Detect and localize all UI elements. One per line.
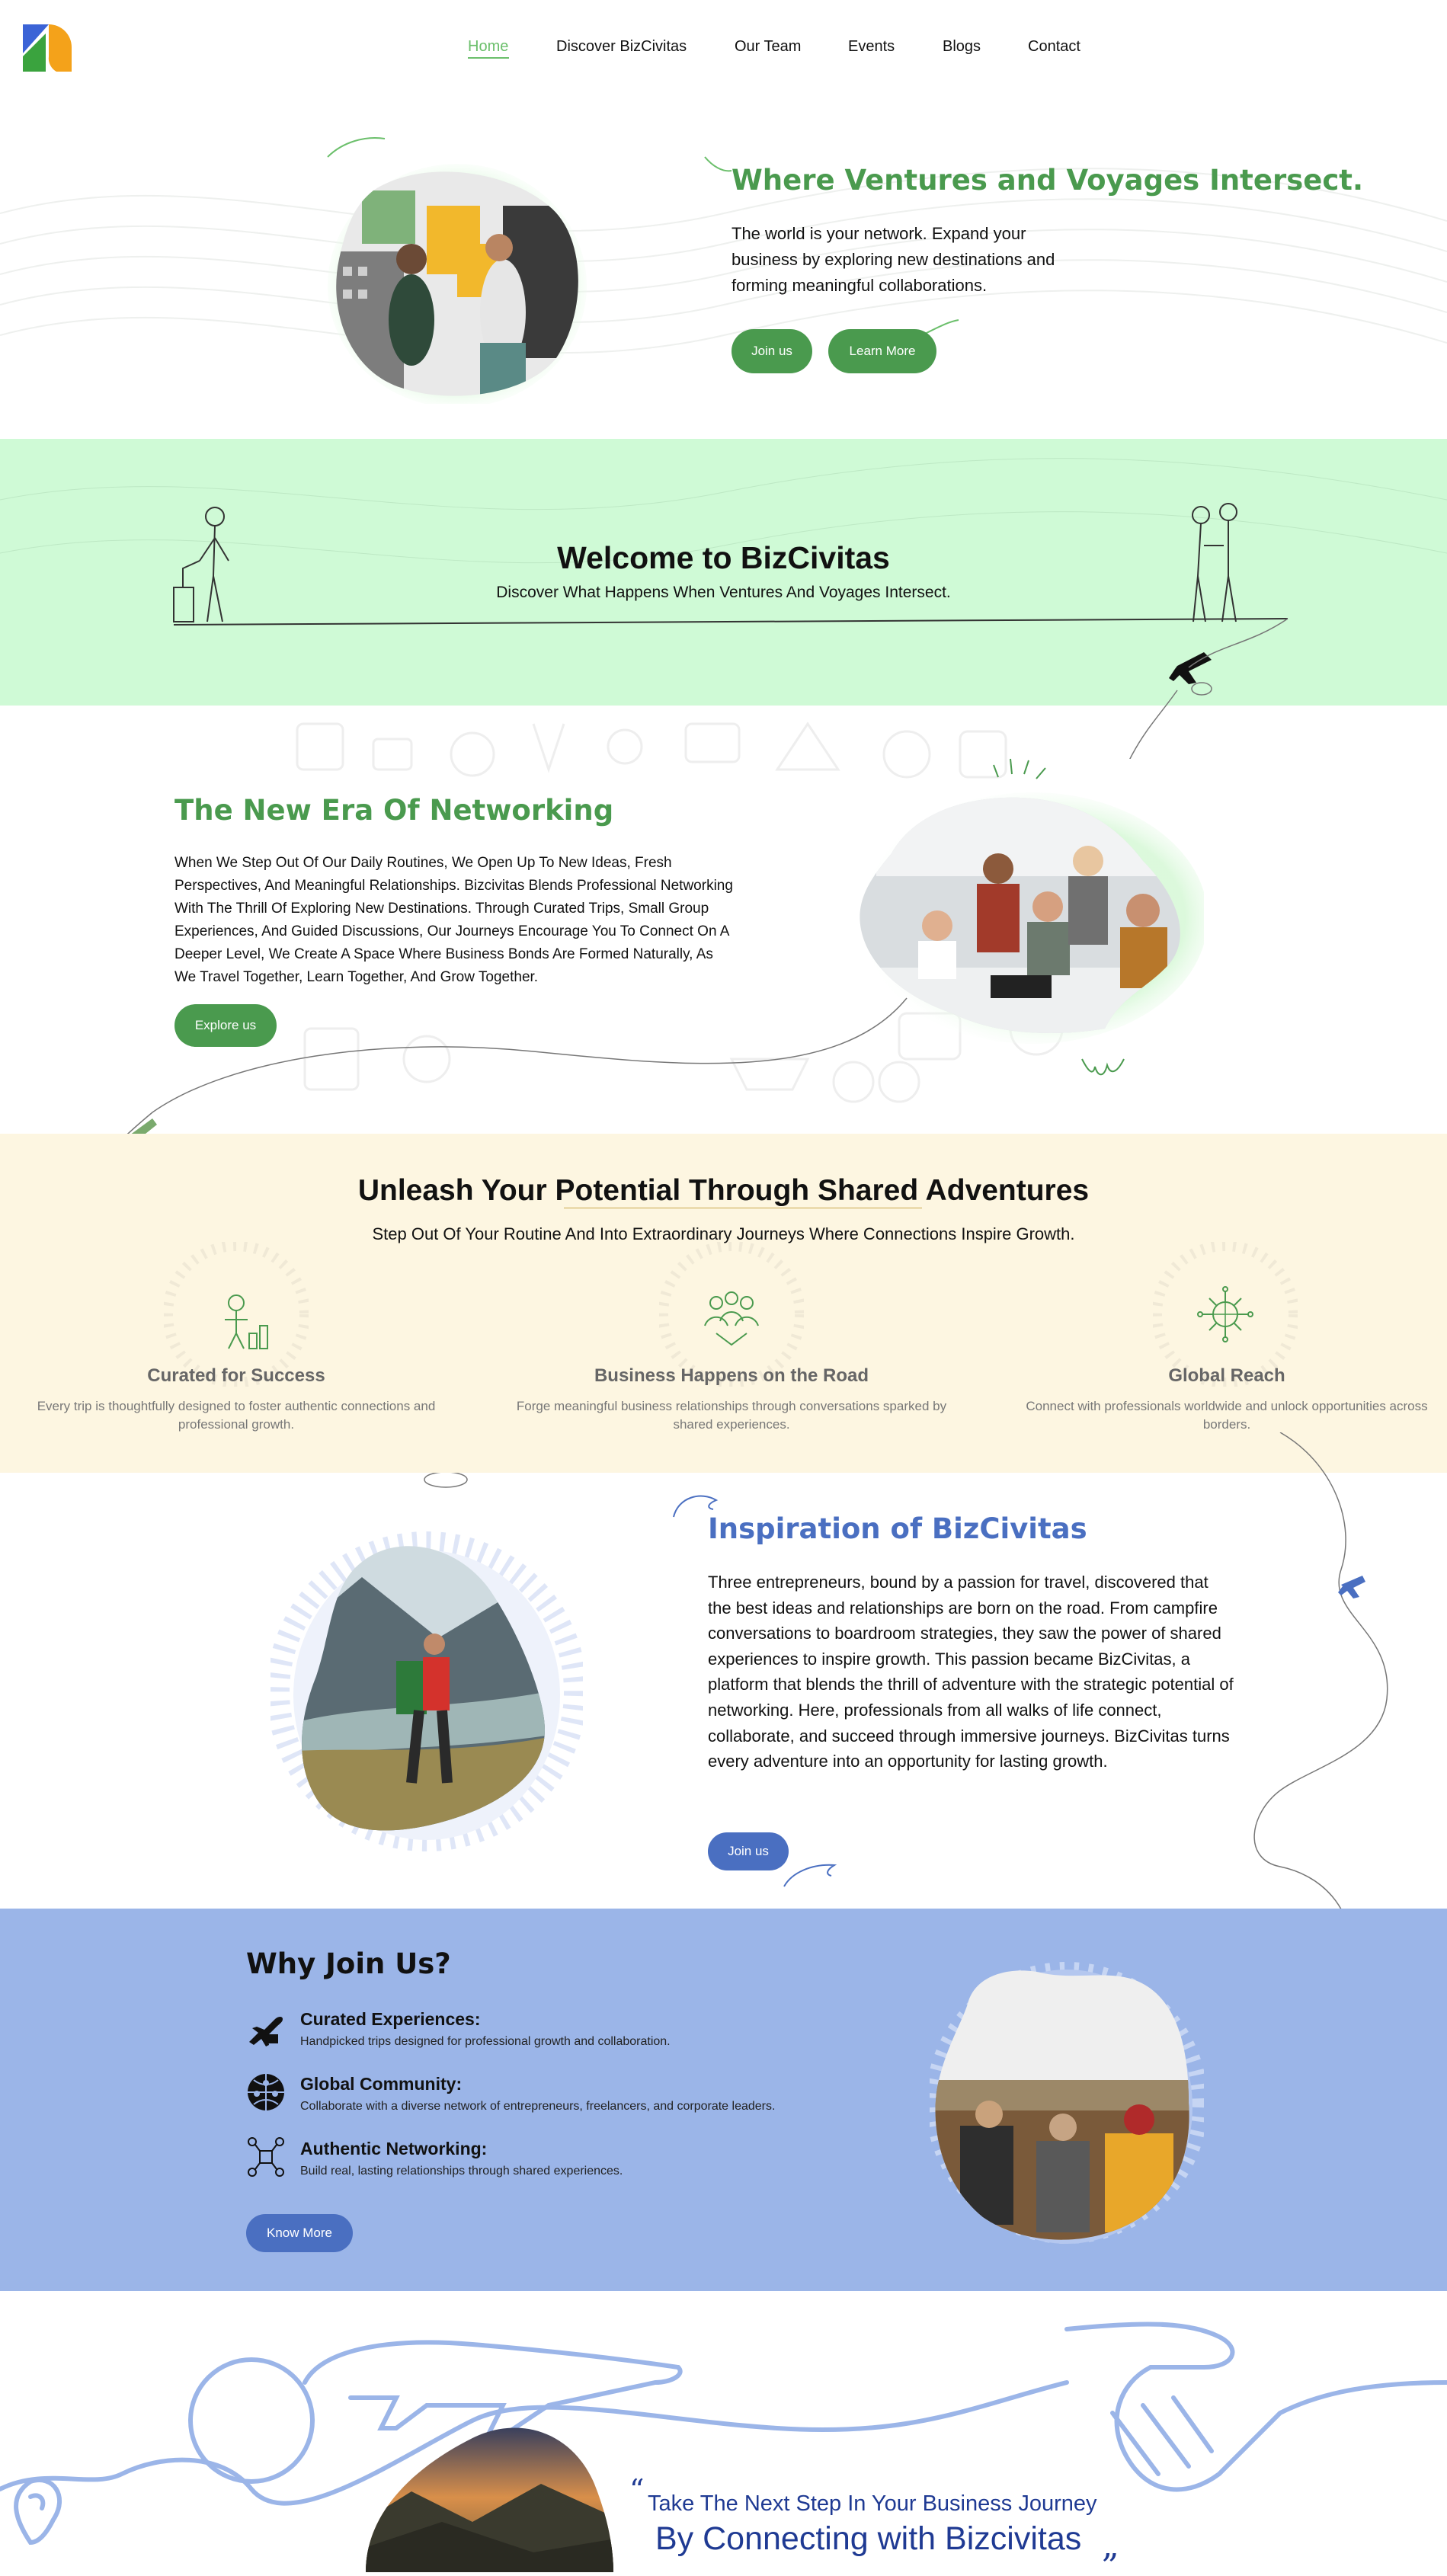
quote-open-mark: “ — [629, 2473, 645, 2507]
quote-line-1: Take The Next Step In Your Business Jour… — [648, 2491, 1097, 2516]
feature-title-curated: Curated for Success — [147, 1365, 325, 1386]
nav-active-underline — [468, 57, 509, 59]
hero-learn-more-button[interactable]: Learn More — [828, 329, 936, 373]
quote-close-mark: „ — [1102, 2526, 1119, 2565]
networking-body: When We Step Out Of Our Daily Routines, … — [174, 855, 733, 985]
why-title: Why Join Us? — [246, 1947, 451, 1980]
nav-events[interactable]: Events — [848, 38, 895, 56]
why-item-desc-global: Collaborate with a diverse network of en… — [300, 2100, 776, 2113]
network-icon — [246, 2136, 286, 2178]
airplane-icon — [246, 2011, 286, 2048]
hero-join-button[interactable]: Join us — [732, 329, 812, 373]
inspiration-title: Inspiration of BizCivitas — [708, 1512, 1087, 1545]
unleash-title: Unleash Your Potential Through Shared Ad… — [357, 1174, 1090, 1207]
feature-title-business: Business Happens on the Road — [594, 1365, 869, 1386]
join-swirl — [783, 1864, 837, 1887]
feature-desc-global: Connect with professionals worldwide and… — [1026, 1399, 1428, 1432]
hikers-group-image — [926, 1950, 1208, 2255]
logo[interactable] — [23, 23, 72, 72]
welcome-title: Welcome to BizCivitas — [557, 540, 890, 575]
inspiration-join-button[interactable]: Join us — [708, 1832, 789, 1870]
why-item-title-authentic: Authentic Networking: — [300, 2139, 488, 2158]
quote-line-2: By Connecting with Bizcivitas — [655, 2520, 1082, 2557]
hero-body: The world is your network. Expand your b… — [732, 224, 1055, 295]
hiker-image — [267, 1531, 587, 1851]
nav-blogs[interactable]: Blogs — [943, 38, 981, 56]
networking-title: The New Era Of Networking — [174, 794, 614, 827]
hero-puzzle-image — [328, 160, 587, 408]
globe-people-icon — [246, 2071, 286, 2114]
why-item-desc-curated: Handpicked trips designed for profession… — [300, 2035, 671, 2048]
why-item-desc-authentic: Build real, lasting relationships throug… — [300, 2165, 623, 2178]
nav-contact[interactable]: Contact — [1028, 38, 1080, 56]
blue-plane-icon — [1338, 1576, 1365, 1598]
nav-home[interactable]: Home — [468, 38, 508, 56]
why-item-title-global: Global Community: — [300, 2074, 463, 2094]
hero-wave-background — [0, 137, 1447, 354]
feature-desc-curated: Every trip is thoughtfully designed to f… — [37, 1399, 436, 1432]
inspiration-body: Three entrepreneurs, bound by a passion … — [708, 1573, 1234, 1771]
know-more-button[interactable]: Know More — [246, 2214, 353, 2252]
welcome-subtitle: Discover What Happens When Ventures And … — [496, 584, 951, 601]
sunset-mountain-image — [351, 2423, 625, 2572]
nav-discover[interactable]: Discover BizCivitas — [556, 38, 687, 56]
burst-decoration — [993, 758, 1046, 779]
feature-title-global: Global Reach — [1168, 1365, 1285, 1386]
nav-our-team[interactable]: Our Team — [735, 38, 801, 56]
why-item-title-curated: Curated Experiences: — [300, 2009, 481, 2029]
feature-desc-business: Forge meaningful business relationships … — [516, 1399, 947, 1432]
hero-title: Where Ventures and Voyages Intersect. — [732, 164, 1363, 197]
